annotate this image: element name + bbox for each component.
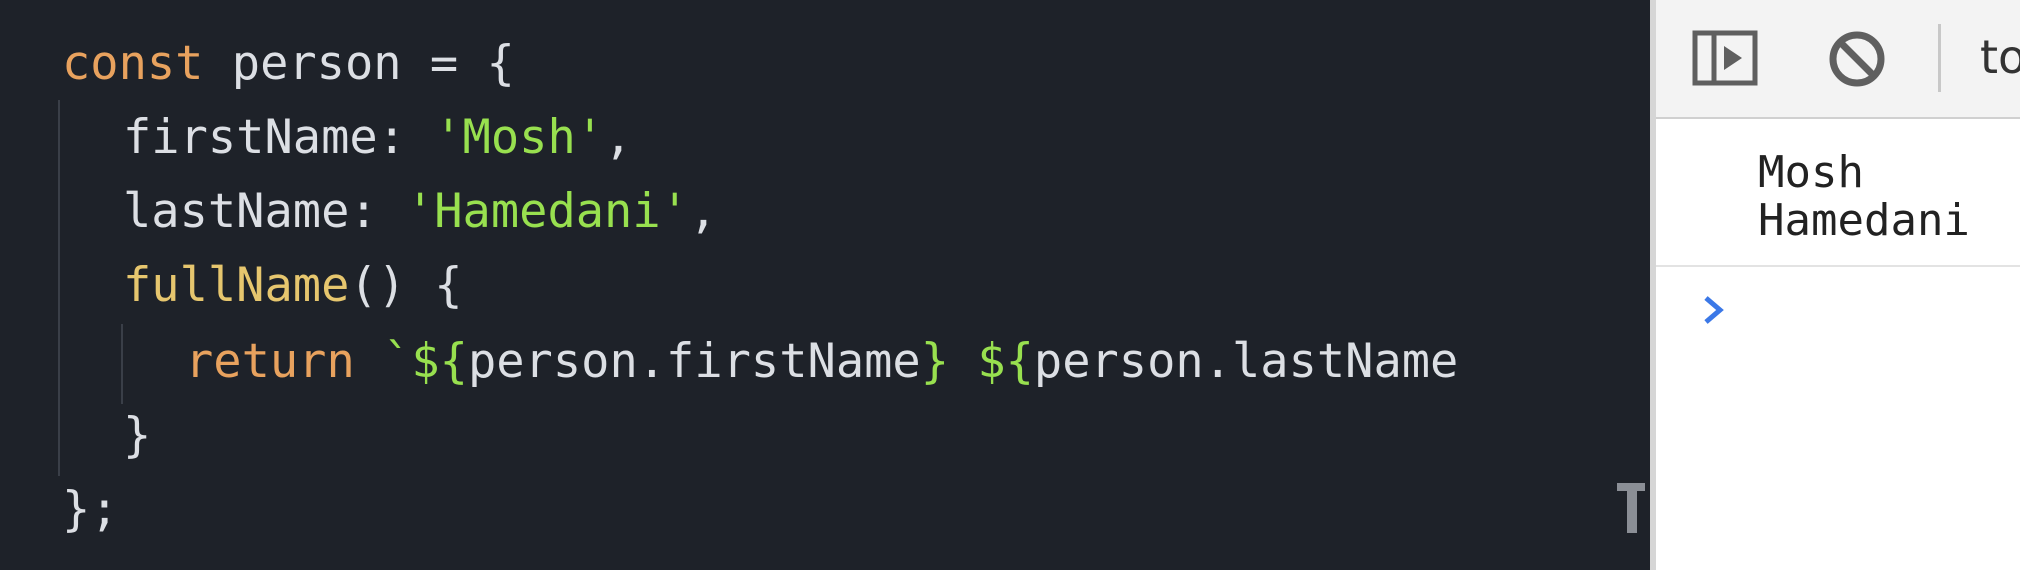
code-text: () { xyxy=(349,258,463,313)
punctuation: , xyxy=(604,110,633,165)
code-line-7[interactable]: }; xyxy=(62,474,119,546)
console-message: Mosh xyxy=(1758,147,1864,198)
code-text: } xyxy=(123,408,152,463)
code-line-6[interactable]: } xyxy=(123,400,151,472)
string-literal: 'Hamedani' xyxy=(405,184,689,239)
devtools-console-panel: to Mosh Hamedani xyxy=(1650,0,2020,570)
code-line-4[interactable]: fullName() { xyxy=(123,250,463,322)
template-open: ${ xyxy=(411,334,468,389)
code-text: }; xyxy=(62,482,119,537)
console-log-group: Mosh Hamedani xyxy=(1656,117,2020,267)
template-expression: person.firstName xyxy=(467,334,921,389)
keyword: const xyxy=(62,36,204,91)
console-message: Hamedani xyxy=(1758,195,1970,246)
indent-guide xyxy=(58,100,60,476)
console-toolbar: to xyxy=(1656,0,2020,119)
template-open: ${ xyxy=(977,334,1034,389)
chevron-right-icon[interactable] xyxy=(1698,290,1728,330)
toolbar-separator xyxy=(1938,24,1941,92)
text-cursor-marker xyxy=(1617,483,1645,533)
show-sidebar-icon[interactable] xyxy=(1692,30,1758,86)
string-literal: 'Mosh' xyxy=(434,110,605,165)
code-line-3[interactable]: lastName: 'Hamedani', xyxy=(123,176,717,248)
property-key: lastName: xyxy=(123,184,406,239)
code-editor[interactable]: const person = { firstName: 'Mosh', last… xyxy=(0,0,1650,570)
template-expression: person.lastName xyxy=(1033,334,1459,389)
punctuation: , xyxy=(688,184,718,239)
keyword: return xyxy=(185,334,355,389)
code-line-1[interactable]: const person = { xyxy=(62,28,515,100)
code-text: person = { xyxy=(203,36,515,91)
method-name: fullName xyxy=(123,258,350,313)
code-line-2[interactable]: firstName: 'Mosh', xyxy=(123,102,632,174)
clear-console-icon[interactable] xyxy=(1826,28,1888,90)
template-close: } xyxy=(920,334,950,389)
template-space xyxy=(949,334,977,389)
code-line-5[interactable]: return `${person.firstName} ${person.las… xyxy=(185,326,1458,398)
property-key: firstName: xyxy=(123,110,435,165)
template-backtick: ` xyxy=(354,334,412,389)
context-selector[interactable]: to xyxy=(1980,26,2020,88)
indent-guide xyxy=(121,324,123,404)
